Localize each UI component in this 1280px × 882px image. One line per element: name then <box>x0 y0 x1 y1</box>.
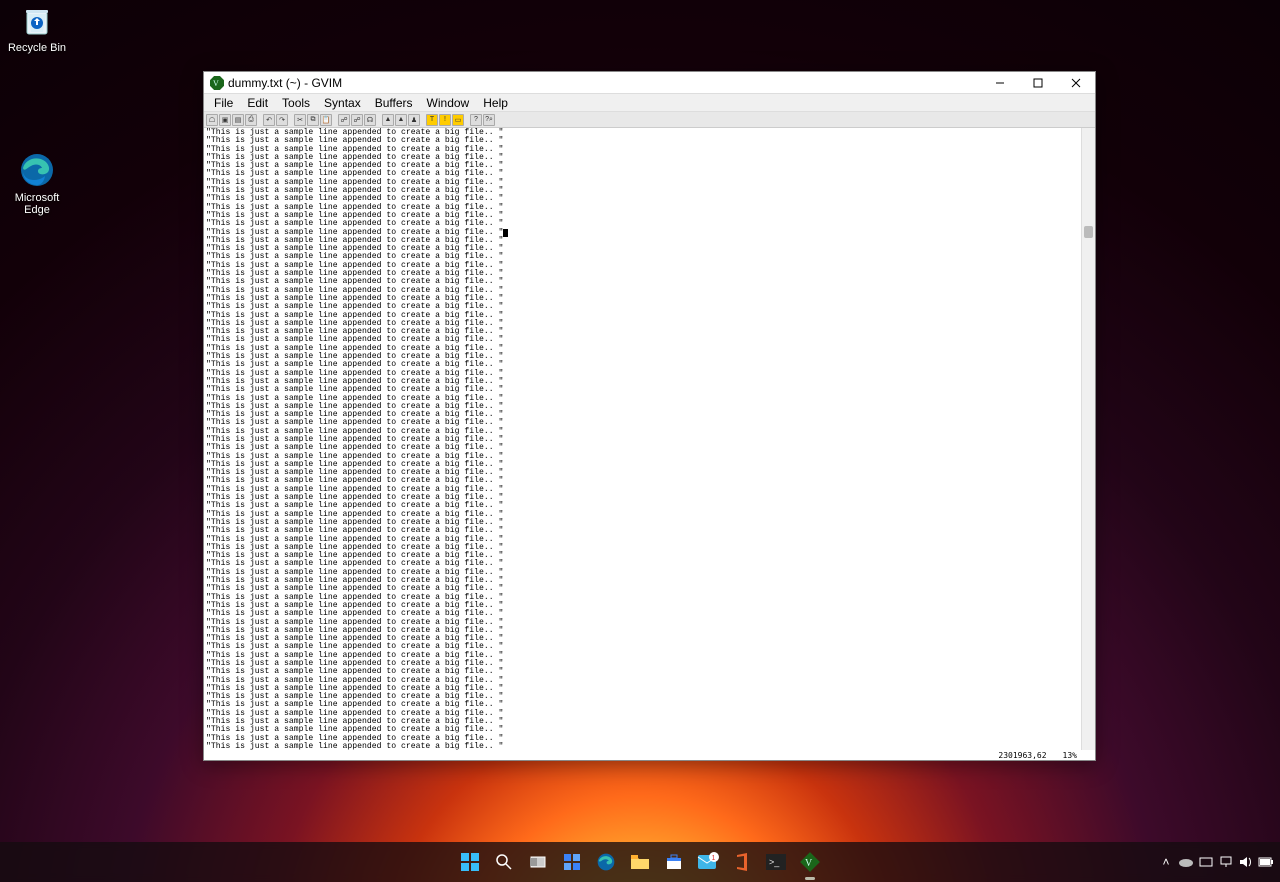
edge-label: Microsoft Edge <box>15 192 60 216</box>
menu-buffers[interactable]: Buffers <box>369 95 419 111</box>
svg-text:1: 1 <box>712 855 716 862</box>
tray-input-icon[interactable] <box>1198 854 1214 870</box>
maximize-button[interactable] <box>1019 72 1057 93</box>
menu-file[interactable]: File <box>208 95 239 111</box>
taskview-button[interactable] <box>523 847 553 877</box>
tool-find-icon[interactable]: ☍ <box>338 114 350 126</box>
tool-ctags-icon[interactable]: ♟ <box>408 114 420 126</box>
close-button[interactable] <box>1057 72 1095 93</box>
taskbar-file-explorer[interactable] <box>625 847 655 877</box>
recycle-bin-label: Recycle Bin <box>8 42 66 54</box>
tray-battery-icon[interactable] <box>1258 854 1274 870</box>
tool-findnext-icon[interactable]: ☍ <box>351 114 363 126</box>
gvim-window: V dummy.txt (~) - GVIM File Edit Tools S… <box>203 71 1096 761</box>
tool-copy-icon[interactable]: ⧉ <box>307 114 319 126</box>
toolbar: ☖ ▣ ▤ ⎙ ↶ ↷ ✂ ⧉ 📋 ☍ ☍ ☊ ▲ ▲ ♟ T ! ▭ ? ?⌕ <box>204 112 1095 128</box>
menu-tools[interactable]: Tools <box>276 95 316 111</box>
microsoft-edge[interactable]: Microsoft Edge <box>2 152 72 216</box>
gvim-icon: V <box>210 76 224 90</box>
taskbar: 1 >_ V ˄ <box>0 842 1280 882</box>
tool-shell-icon[interactable]: ▲ <box>395 114 407 126</box>
window-title: dummy.txt (~) - GVIM <box>228 76 981 90</box>
svg-text:V: V <box>213 79 219 88</box>
status-position: 2301963,62 <box>998 751 1046 760</box>
minimize-button[interactable] <box>981 72 1019 93</box>
recycle-bin-icon <box>19 2 55 38</box>
tool-save-icon[interactable]: ▣ <box>219 114 231 126</box>
tool-paste-icon[interactable]: 📋 <box>320 114 332 126</box>
vertical-scrollbar[interactable] <box>1081 128 1095 750</box>
svg-text:>_: >_ <box>769 857 780 867</box>
editor-text-area[interactable]: "This is just a sample line appended to … <box>204 128 1081 750</box>
tray-chevron-up-icon[interactable]: ˄ <box>1158 854 1174 870</box>
scrollbar-thumb[interactable] <box>1084 226 1093 238</box>
tool-undo-icon[interactable]: ↶ <box>263 114 275 126</box>
titlebar[interactable]: V dummy.txt (~) - GVIM <box>204 72 1095 94</box>
recycle-bin[interactable]: Recycle Bin <box>2 2 72 54</box>
menu-syntax[interactable]: Syntax <box>318 95 367 111</box>
tray-network-icon[interactable] <box>1218 854 1234 870</box>
start-button[interactable] <box>455 847 485 877</box>
tray-volume-icon[interactable] <box>1238 854 1254 870</box>
tool-saveall-icon[interactable]: ▤ <box>232 114 244 126</box>
tool-help-icon[interactable]: ? <box>470 114 482 126</box>
menu-help[interactable]: Help <box>477 95 514 111</box>
menu-edit[interactable]: Edit <box>241 95 274 111</box>
taskbar-gvim[interactable]: V <box>795 847 825 877</box>
svg-text:V: V <box>805 858 813 869</box>
widgets-button[interactable] <box>557 847 587 877</box>
taskbar-store[interactable] <box>659 847 689 877</box>
tool-redo-icon[interactable]: ↷ <box>276 114 288 126</box>
edge-icon <box>19 152 55 188</box>
statusbar: 2301963,62 13% <box>204 750 1095 760</box>
taskbar-terminal[interactable]: >_ <box>761 847 791 877</box>
tool-script-icon[interactable]: ▭ <box>452 114 464 126</box>
taskbar-office[interactable] <box>727 847 757 877</box>
tool-make-icon[interactable]: ▲ <box>382 114 394 126</box>
menu-window[interactable]: Window <box>421 95 476 111</box>
tool-print-icon[interactable]: ⎙ <box>245 114 257 126</box>
status-percent: 13% <box>1063 751 1077 760</box>
tool-search-help-icon[interactable]: ?⌕ <box>483 114 495 126</box>
tool-replace-icon[interactable]: ☊ <box>364 114 376 126</box>
tool-help2-icon[interactable]: ! <box>439 114 451 126</box>
tool-open-icon[interactable]: ☖ <box>206 114 218 126</box>
menubar: File Edit Tools Syntax Buffers Window He… <box>204 94 1095 112</box>
taskbar-edge[interactable] <box>591 847 621 877</box>
tray-onedrive-icon[interactable] <box>1178 854 1194 870</box>
tool-cut-icon[interactable]: ✂ <box>294 114 306 126</box>
search-button[interactable] <box>489 847 519 877</box>
tool-taglist-icon[interactable]: T <box>426 114 438 126</box>
taskbar-mail[interactable]: 1 <box>693 847 723 877</box>
